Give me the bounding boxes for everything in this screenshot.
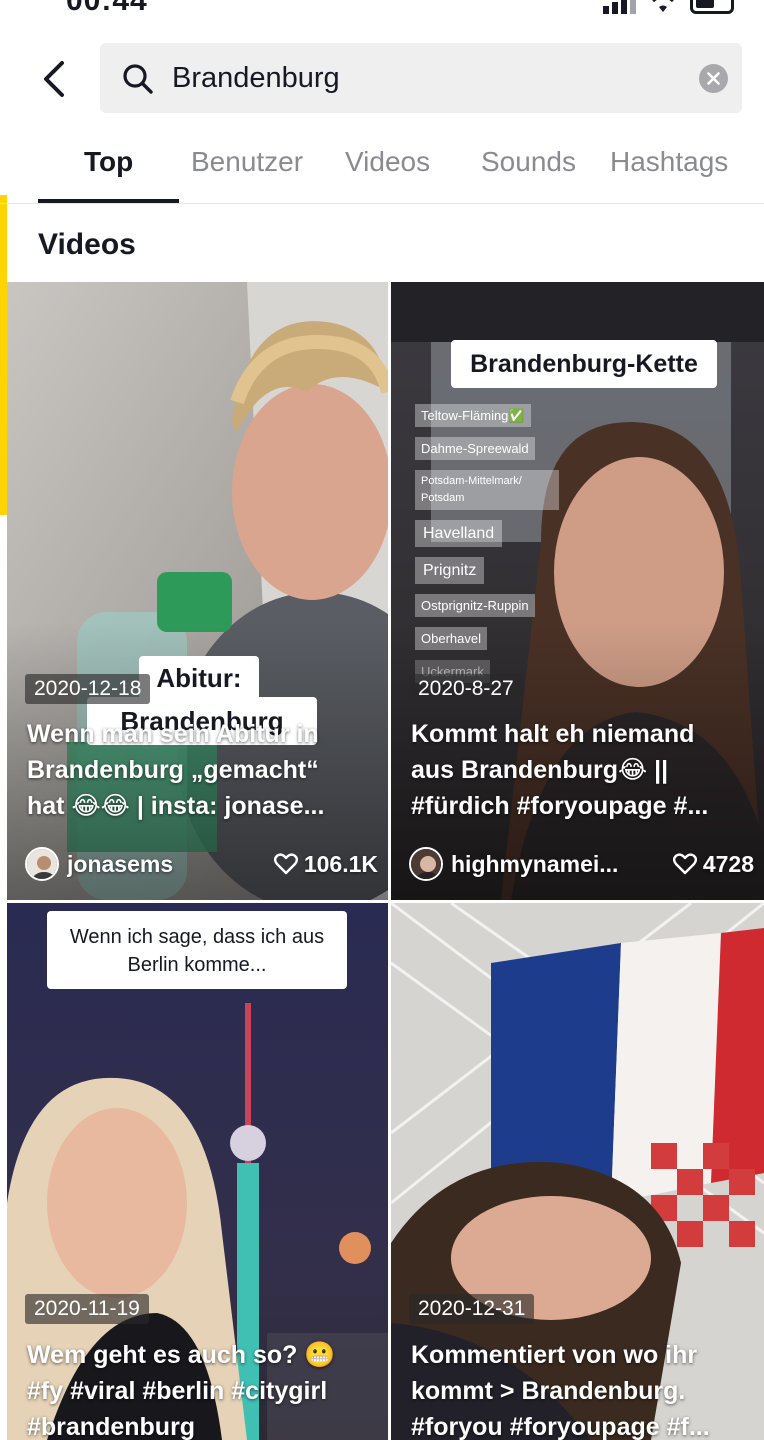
- tab-hashtags[interactable]: Hashtags: [610, 146, 728, 178]
- video-caption: Kommt halt eh niemand aus Brandenburg😂 |…: [411, 720, 709, 820]
- video-overlay-list: Teltow-Fläming✅ Dahme-Spreewald Potsdam-…: [415, 404, 615, 683]
- clear-icon: [707, 72, 720, 85]
- back-button[interactable]: [30, 52, 78, 106]
- like-count-value: 4728: [702, 850, 754, 877]
- wifi-icon: [652, 0, 674, 12]
- status-bar: 00:44: [0, 0, 764, 18]
- search-tabs: Top Benutzer Videos Sounds Hashtags: [0, 128, 764, 204]
- overlay-list-item: Teltow-Fläming✅: [415, 404, 531, 427]
- tab-videos[interactable]: Videos: [345, 146, 430, 178]
- overlay-list-item: Ostprignitz-Ruppin: [415, 594, 535, 617]
- video-card[interactable]: Brandenburg-Kette Teltow-Fläming✅ Dahme-…: [391, 282, 764, 900]
- search-icon: [123, 64, 153, 94]
- clear-search-button[interactable]: [699, 64, 728, 93]
- video-card[interactable]: 2020-12-31 Kommentiert von wo ihr kommt …: [391, 903, 764, 1440]
- overlay-list-item: Oberhavel: [415, 627, 487, 650]
- avatar[interactable]: [409, 847, 443, 881]
- tab-benutzer[interactable]: Benutzer: [191, 146, 303, 178]
- chevron-left-icon: [44, 61, 64, 97]
- overlay-line: Wenn ich sage, dass ich aus: [69, 926, 325, 948]
- video-caption: Wem geht es auch so? 😬 #fy #viral #berli…: [27, 1341, 336, 1440]
- overlay-list-item: Potsdam-Mittelmark/ Potsdam: [415, 470, 559, 510]
- tab-top[interactable]: Top: [84, 146, 133, 178]
- edge-accent-strip: [0, 195, 7, 515]
- video-date: 2020-8-27: [409, 674, 523, 704]
- signal-icon: [603, 0, 636, 14]
- video-date: 2020-11-19: [25, 1294, 149, 1324]
- search-bar[interactable]: [100, 43, 742, 113]
- username[interactable]: jonasems: [67, 851, 274, 878]
- like-count: 4728: [672, 850, 754, 878]
- overlay-list-item: Prignitz: [415, 557, 485, 584]
- battery-icon: [690, 0, 734, 14]
- like-count-value: 106.1K: [303, 850, 378, 877]
- tab-sounds[interactable]: Sounds: [481, 146, 576, 178]
- overlay-list-item: Dahme-Spreewald: [415, 437, 535, 460]
- video-date: 2020-12-31: [409, 1294, 535, 1324]
- video-overlay-title: Brandenburg-Kette: [451, 340, 717, 388]
- overlay-line: Berlin komme...: [127, 954, 267, 976]
- video-caption: Wenn man sein Abitur in Brandenburg „gem…: [27, 720, 325, 820]
- video-card[interactable]: Abitur: Brandenburg 2020-12-18 Wenn man …: [7, 282, 388, 900]
- status-icons: [603, 0, 734, 14]
- avatar[interactable]: [25, 847, 59, 881]
- video-date: 2020-12-18: [25, 674, 151, 704]
- video-meta: jonasems 106.1K: [25, 844, 378, 884]
- status-time: 00:44: [66, 0, 148, 17]
- video-caption: Kommentiert von wo ihr kommt > Brandenbu…: [411, 1341, 710, 1440]
- active-tab-indicator: [38, 199, 179, 203]
- like-count: 106.1K: [273, 850, 378, 878]
- overlay-list-item: Havelland: [415, 520, 503, 547]
- video-overlay-text: Wenn ich sage, dass ich aus Berlin komme…: [47, 911, 347, 989]
- video-overlay-text: Abitur:: [139, 656, 259, 700]
- search-input[interactable]: [172, 43, 672, 113]
- video-card[interactable]: Wenn ich sage, dass ich aus Berlin komme…: [7, 903, 388, 1440]
- heart-icon: [273, 853, 298, 875]
- username[interactable]: highmynamei...: [451, 851, 673, 878]
- video-meta: highmynamei... 4728: [409, 844, 754, 884]
- section-title: Videos: [38, 228, 136, 261]
- heart-icon: [672, 853, 697, 875]
